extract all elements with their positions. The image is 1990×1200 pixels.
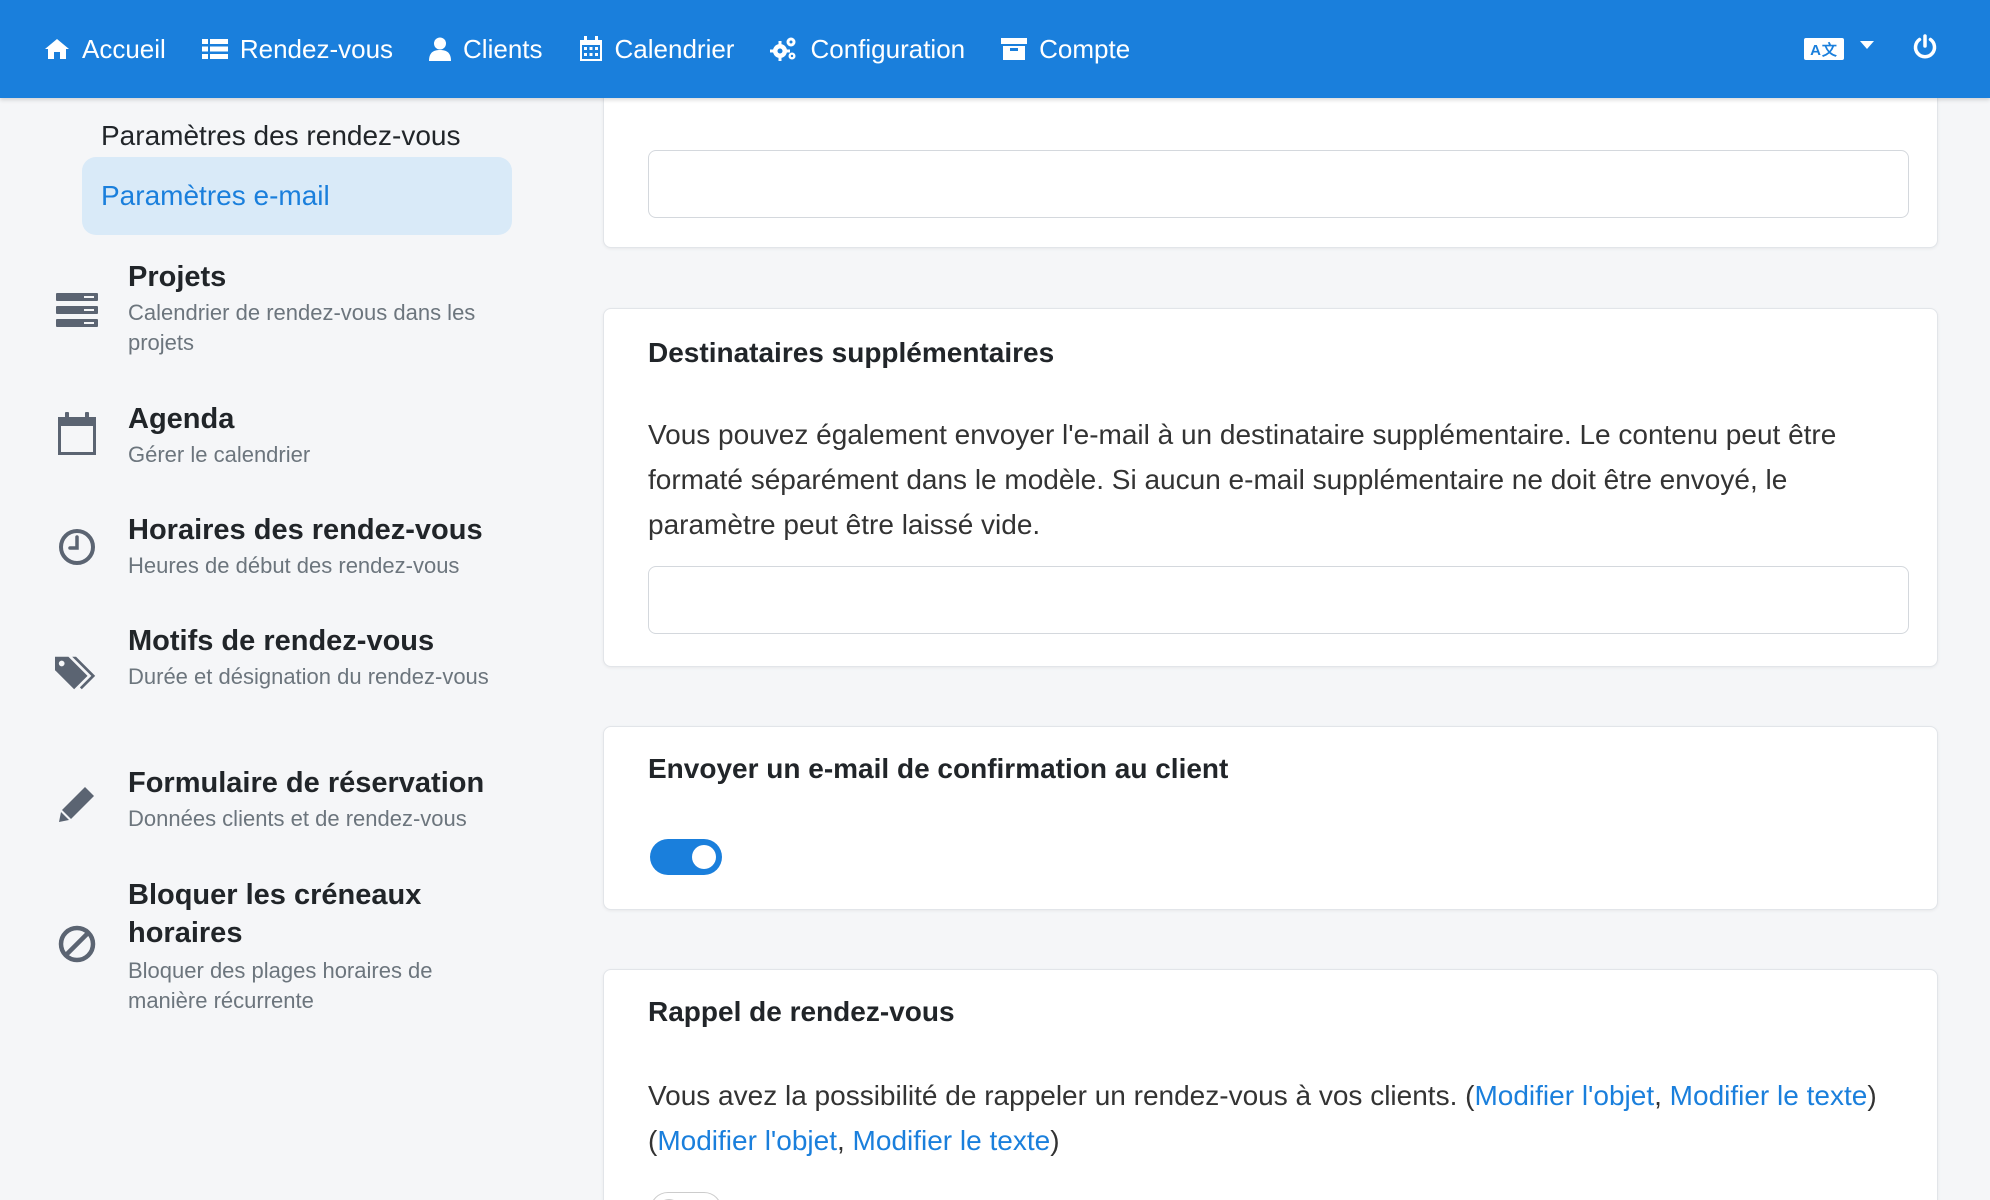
nav-calendrier-label: Calendrier	[614, 33, 735, 64]
edit-text-link[interactable]: Modifier le texte	[1670, 1080, 1868, 1111]
sidebar-item-desc: Calendrier de rendez-vous dans les proje…	[128, 300, 476, 355]
sidebar-item-title: Projets	[128, 261, 227, 293]
chevron-down-icon	[1860, 41, 1874, 49]
nav-clients-label: Clients	[463, 33, 543, 64]
nav-accueil-label: Accueil	[82, 33, 166, 64]
sidebar-item-bloquer[interactable]: Bloquer les créneaux horaires Bloquer de…	[0, 876, 560, 1016]
settings-sidebar: Paramètres des rendez-vous Paramètres e-…	[0, 98, 560, 1200]
card-title: Destinataires supplémentaires	[648, 337, 1055, 368]
calendar-outline-icon	[55, 412, 99, 456]
sidebar-item-motifs[interactable]: Motifs de rendez-vous Durée et désignati…	[0, 622, 560, 732]
sidebar-item-desc: Données clients et de rendez-vous	[128, 806, 467, 831]
nav-rendez-vous-label: Rendez-vous	[239, 33, 394, 64]
clock-icon	[55, 525, 99, 569]
list-icon	[201, 39, 228, 59]
sidebar-sub-email-settings[interactable]: Paramètres e-mail	[82, 157, 512, 235]
confirmation-email-toggle[interactable]	[650, 839, 722, 875]
pencil-icon	[55, 782, 99, 826]
nav-clients[interactable]: Clients	[429, 33, 543, 65]
archive-icon	[1001, 38, 1028, 60]
navbar-right: A文	[1804, 0, 1990, 98]
sidebar-item-agenda[interactable]: Agenda Gérer le calendrier	[0, 400, 560, 470]
logout-button[interactable]	[1912, 33, 1938, 65]
nav-configuration[interactable]: Configuration	[770, 34, 965, 65]
sidebar-item-desc: Gérer le calendrier	[128, 442, 311, 467]
sidebar-item-projets[interactable]: Projets Calendrier de rendez-vous dans l…	[0, 258, 560, 368]
home-icon	[45, 39, 69, 59]
sidebar-item-title: Bloquer les créneaux horaires	[128, 879, 422, 949]
toggle-knob	[692, 845, 716, 869]
card-description: Vous pouvez également envoyer l'e-mail à…	[648, 419, 1837, 540]
nav-calendrier[interactable]: Calendrier	[579, 33, 735, 65]
sidebar-item-desc: Bloquer des plages horaires de manière r…	[128, 958, 433, 1013]
confirmation-email-card: Envoyer un e-mail de confirmation au cli…	[603, 726, 1938, 910]
nav-accueil[interactable]: Accueil	[44, 34, 166, 65]
power-icon	[1913, 33, 1937, 58]
reminder-text: Vous avez la possibilité de rappeler un …	[648, 1080, 1475, 1111]
appointment-reminder-card: Rappel de rendez-vous Vous avez la possi…	[603, 969, 1938, 1200]
separator: ,	[1654, 1080, 1670, 1111]
sidebar-item-desc: Durée et désignation du rendez-vous	[128, 664, 489, 689]
separator: )	[1050, 1125, 1060, 1156]
nav-compte-label: Compte	[1039, 33, 1131, 64]
sidebar-item-title: Agenda	[128, 403, 235, 435]
sidebar-item-title: Horaires des rendez-vous	[128, 514, 483, 546]
card-description: Vous avez la possibilité de rappeler un …	[648, 1073, 1908, 1163]
sidebar-item-desc: Heures de début des rendez-vous	[128, 553, 460, 578]
top-navbar: Accueil Rendez-vous Clients Calendrier C…	[0, 0, 1990, 98]
nav-rendez-vous[interactable]: Rendez-vous	[201, 33, 394, 65]
sidebar-sub-label: Paramètres des rendez-vous	[101, 120, 461, 151]
additional-recipients-card: Destinataires supplémentaires Vous pouve…	[603, 308, 1938, 667]
language-dropdown[interactable]: A文	[1804, 38, 1874, 60]
edit-text-link-2[interactable]: Modifier le texte	[853, 1125, 1051, 1156]
additional-recipient-input[interactable]	[648, 566, 1909, 634]
nav-configuration-label: Configuration	[810, 33, 966, 64]
edit-subject-link[interactable]: Modifier l'objet	[1474, 1080, 1654, 1111]
card-title: Rappel de rendez-vous	[648, 996, 955, 1027]
reminder-toggle[interactable]	[650, 1192, 722, 1200]
calendar-icon	[579, 36, 602, 61]
sidebar-item-title: Motifs de rendez-vous	[128, 625, 435, 657]
sidebar-item-horaires[interactable]: Horaires des rendez-vous Heures de début…	[0, 511, 560, 581]
sidebar-item-formulaire[interactable]: Formulaire de réservation Données client…	[0, 764, 560, 844]
sidebar-sub-label: Paramètres e-mail	[101, 180, 330, 211]
ban-icon	[55, 922, 99, 966]
nav-compte[interactable]: Compte	[1001, 34, 1130, 65]
sidebar-sub-appointment-settings[interactable]: Paramètres des rendez-vous	[82, 116, 512, 156]
tags-icon	[55, 652, 99, 696]
server-icon	[55, 288, 99, 332]
card-title: Envoyer un e-mail de confirmation au cli…	[648, 753, 1229, 784]
gears-icon	[770, 37, 796, 61]
edit-subject-link-2[interactable]: Modifier l'objet	[657, 1125, 837, 1156]
sidebar-item-title: Formulaire de réservation	[128, 767, 485, 799]
separator: ,	[836, 1125, 853, 1156]
language-icon: A文	[1804, 38, 1844, 60]
user-icon	[429, 37, 452, 61]
email-input[interactable]	[648, 150, 1909, 218]
